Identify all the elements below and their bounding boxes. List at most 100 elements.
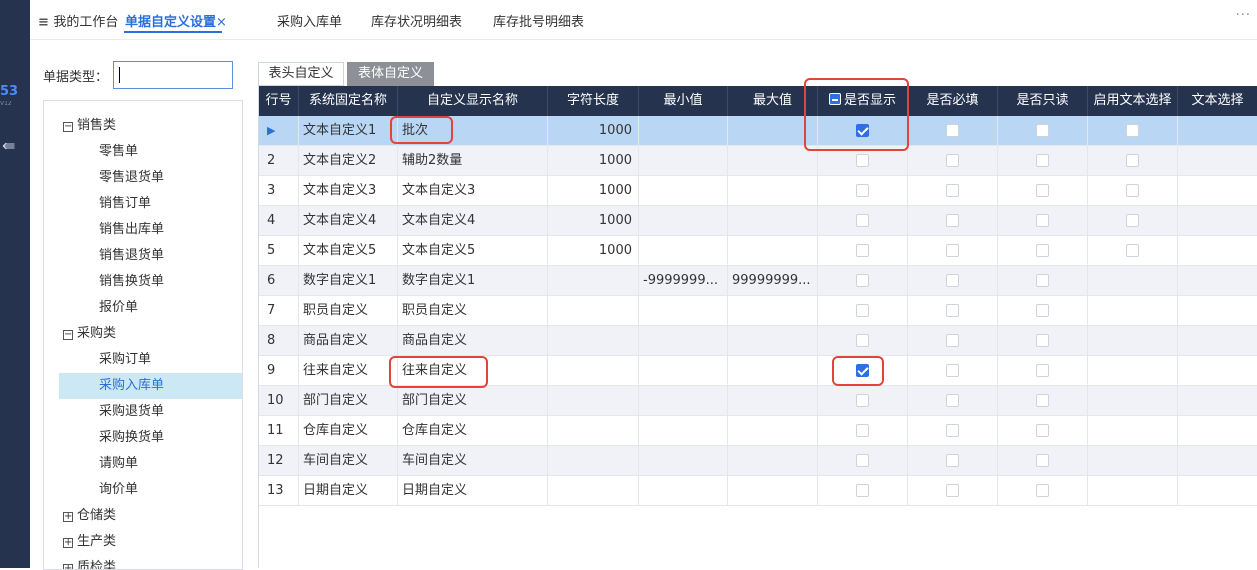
tree-item[interactable]: 销售出库单: [99, 217, 164, 243]
req-checkbox[interactable]: [946, 184, 959, 197]
column-header[interactable]: 文本选择: [1178, 86, 1257, 116]
grid-cell[interactable]: 职员自定义: [299, 296, 398, 326]
grid-cell[interactable]: 1000: [548, 206, 639, 236]
req-checkbox[interactable]: [946, 214, 959, 227]
grid-cell[interactable]: [639, 326, 728, 356]
grid-cell[interactable]: 文本自定义4: [398, 206, 548, 236]
req-checkbox[interactable]: [946, 484, 959, 497]
req-checkbox[interactable]: [946, 424, 959, 437]
grid-cell[interactable]: 1000: [548, 236, 639, 266]
txtsel-checkbox[interactable]: [1126, 214, 1139, 227]
tab-body-custom[interactable]: 表体自定义: [347, 62, 434, 86]
tab-2[interactable]: 采购入库单: [277, 11, 342, 30]
tree-category[interactable]: + 生产类: [63, 529, 116, 555]
grid-cell[interactable]: 部门自定义: [299, 386, 398, 416]
grid-cell[interactable]: 日期自定义: [299, 476, 398, 506]
ro-checkbox[interactable]: [1036, 274, 1049, 287]
grid-cell[interactable]: [639, 146, 728, 176]
grid-cell[interactable]: 仓库自定义: [398, 416, 548, 446]
column-header[interactable]: 行号: [259, 86, 299, 116]
grid-cell[interactable]: 数字自定义1: [398, 266, 548, 296]
show-checkbox[interactable]: [856, 424, 869, 437]
tree-item[interactable]: 请购单: [99, 451, 138, 477]
show-checkbox[interactable]: [856, 274, 869, 287]
grid-cell[interactable]: [728, 386, 818, 416]
ro-checkbox[interactable]: [1036, 484, 1049, 497]
grid-cell[interactable]: [639, 356, 728, 386]
grid-cell[interactable]: [548, 416, 639, 446]
grid-cell[interactable]: [639, 236, 728, 266]
ro-checkbox[interactable]: [1036, 364, 1049, 377]
column-header[interactable]: 自定义显示名称: [398, 86, 548, 116]
grid-cell[interactable]: [728, 146, 818, 176]
tab-1[interactable]: 单据自定义设置×: [125, 11, 227, 30]
txtsel-checkbox[interactable]: [1126, 244, 1139, 257]
grid-cell[interactable]: [548, 356, 639, 386]
grid-cell[interactable]: [639, 296, 728, 326]
tree-item[interactable]: 采购入库单: [99, 373, 164, 399]
document-type-input[interactable]: [113, 61, 233, 89]
grid-cell[interactable]: [548, 446, 639, 476]
grid-cell[interactable]: [548, 386, 639, 416]
grid-cell[interactable]: 往来自定义: [299, 356, 398, 386]
req-checkbox[interactable]: [946, 394, 959, 407]
grid-cell[interactable]: 仓库自定义: [299, 416, 398, 446]
tree-item[interactable]: 销售订单: [99, 191, 151, 217]
grid-cell[interactable]: 商品自定义: [299, 326, 398, 356]
ro-checkbox[interactable]: [1036, 394, 1049, 407]
grid-cell[interactable]: [728, 476, 818, 506]
tab-0[interactable]: ≡ 我的工作台: [38, 11, 118, 30]
grid-cell[interactable]: 文本自定义5: [299, 236, 398, 266]
grid-cell[interactable]: 1000: [548, 146, 639, 176]
grid-cell[interactable]: [639, 416, 728, 446]
tab-3[interactable]: 库存状况明细表: [371, 11, 462, 30]
grid-cell[interactable]: 文本自定义2: [299, 146, 398, 176]
column-header[interactable]: 字符长度: [548, 86, 639, 116]
req-checkbox[interactable]: [946, 334, 959, 347]
grid-cell[interactable]: [639, 476, 728, 506]
grid-cell[interactable]: [548, 476, 639, 506]
column-header[interactable]: 最小值: [639, 86, 728, 116]
req-checkbox[interactable]: [946, 364, 959, 377]
show-checkbox[interactable]: [856, 244, 869, 257]
expand-icon[interactable]: +: [63, 512, 73, 522]
grid-cell[interactable]: 车间自定义: [299, 446, 398, 476]
ro-checkbox[interactable]: [1036, 124, 1049, 137]
collapse-icon[interactable]: −: [63, 122, 73, 132]
grid-cell[interactable]: 文本自定义4: [299, 206, 398, 236]
tree-item[interactable]: 采购换货单: [99, 425, 164, 451]
txtsel-checkbox[interactable]: [1126, 184, 1139, 197]
req-checkbox[interactable]: [946, 274, 959, 287]
grid-cell[interactable]: [728, 356, 818, 386]
grid-cell[interactable]: 1000: [548, 176, 639, 206]
column-header[interactable]: 是否必填: [908, 86, 998, 116]
grid-cell[interactable]: [728, 206, 818, 236]
grid-cell[interactable]: [639, 116, 728, 146]
grid-cell[interactable]: 商品自定义: [398, 326, 548, 356]
grid-cell[interactable]: 辅助2数量: [398, 146, 548, 176]
grid-cell[interactable]: 99999999...: [728, 266, 818, 296]
column-header[interactable]: 启用文本选择: [1088, 86, 1178, 116]
show-checkbox[interactable]: [856, 484, 869, 497]
txtsel-checkbox[interactable]: [1126, 124, 1139, 137]
tree-item[interactable]: 采购退货单: [99, 399, 164, 425]
ro-checkbox[interactable]: [1036, 424, 1049, 437]
grid-cell[interactable]: 文本自定义3: [299, 176, 398, 206]
txtsel-checkbox[interactable]: [1126, 154, 1139, 167]
show-checkbox[interactable]: [856, 334, 869, 347]
grid-cell[interactable]: 文本自定义3: [398, 176, 548, 206]
grid-cell[interactable]: 文本自定义5: [398, 236, 548, 266]
more-icon[interactable]: ···: [1236, 8, 1251, 23]
show-checkbox[interactable]: [856, 454, 869, 467]
grid-cell[interactable]: [548, 326, 639, 356]
grid-cell[interactable]: 数字自定义1: [299, 266, 398, 296]
grid-cell[interactable]: [639, 446, 728, 476]
menu-collapse-icon[interactable]: ⇚: [2, 138, 18, 154]
grid-cell[interactable]: 部门自定义: [398, 386, 548, 416]
tree-item[interactable]: 销售换货单: [99, 269, 164, 295]
grid-cell[interactable]: [548, 296, 639, 326]
column-header[interactable]: 系统固定名称: [299, 86, 398, 116]
grid-cell[interactable]: 车间自定义: [398, 446, 548, 476]
grid-cell[interactable]: 文本自定义1: [299, 116, 398, 146]
ro-checkbox[interactable]: [1036, 304, 1049, 317]
